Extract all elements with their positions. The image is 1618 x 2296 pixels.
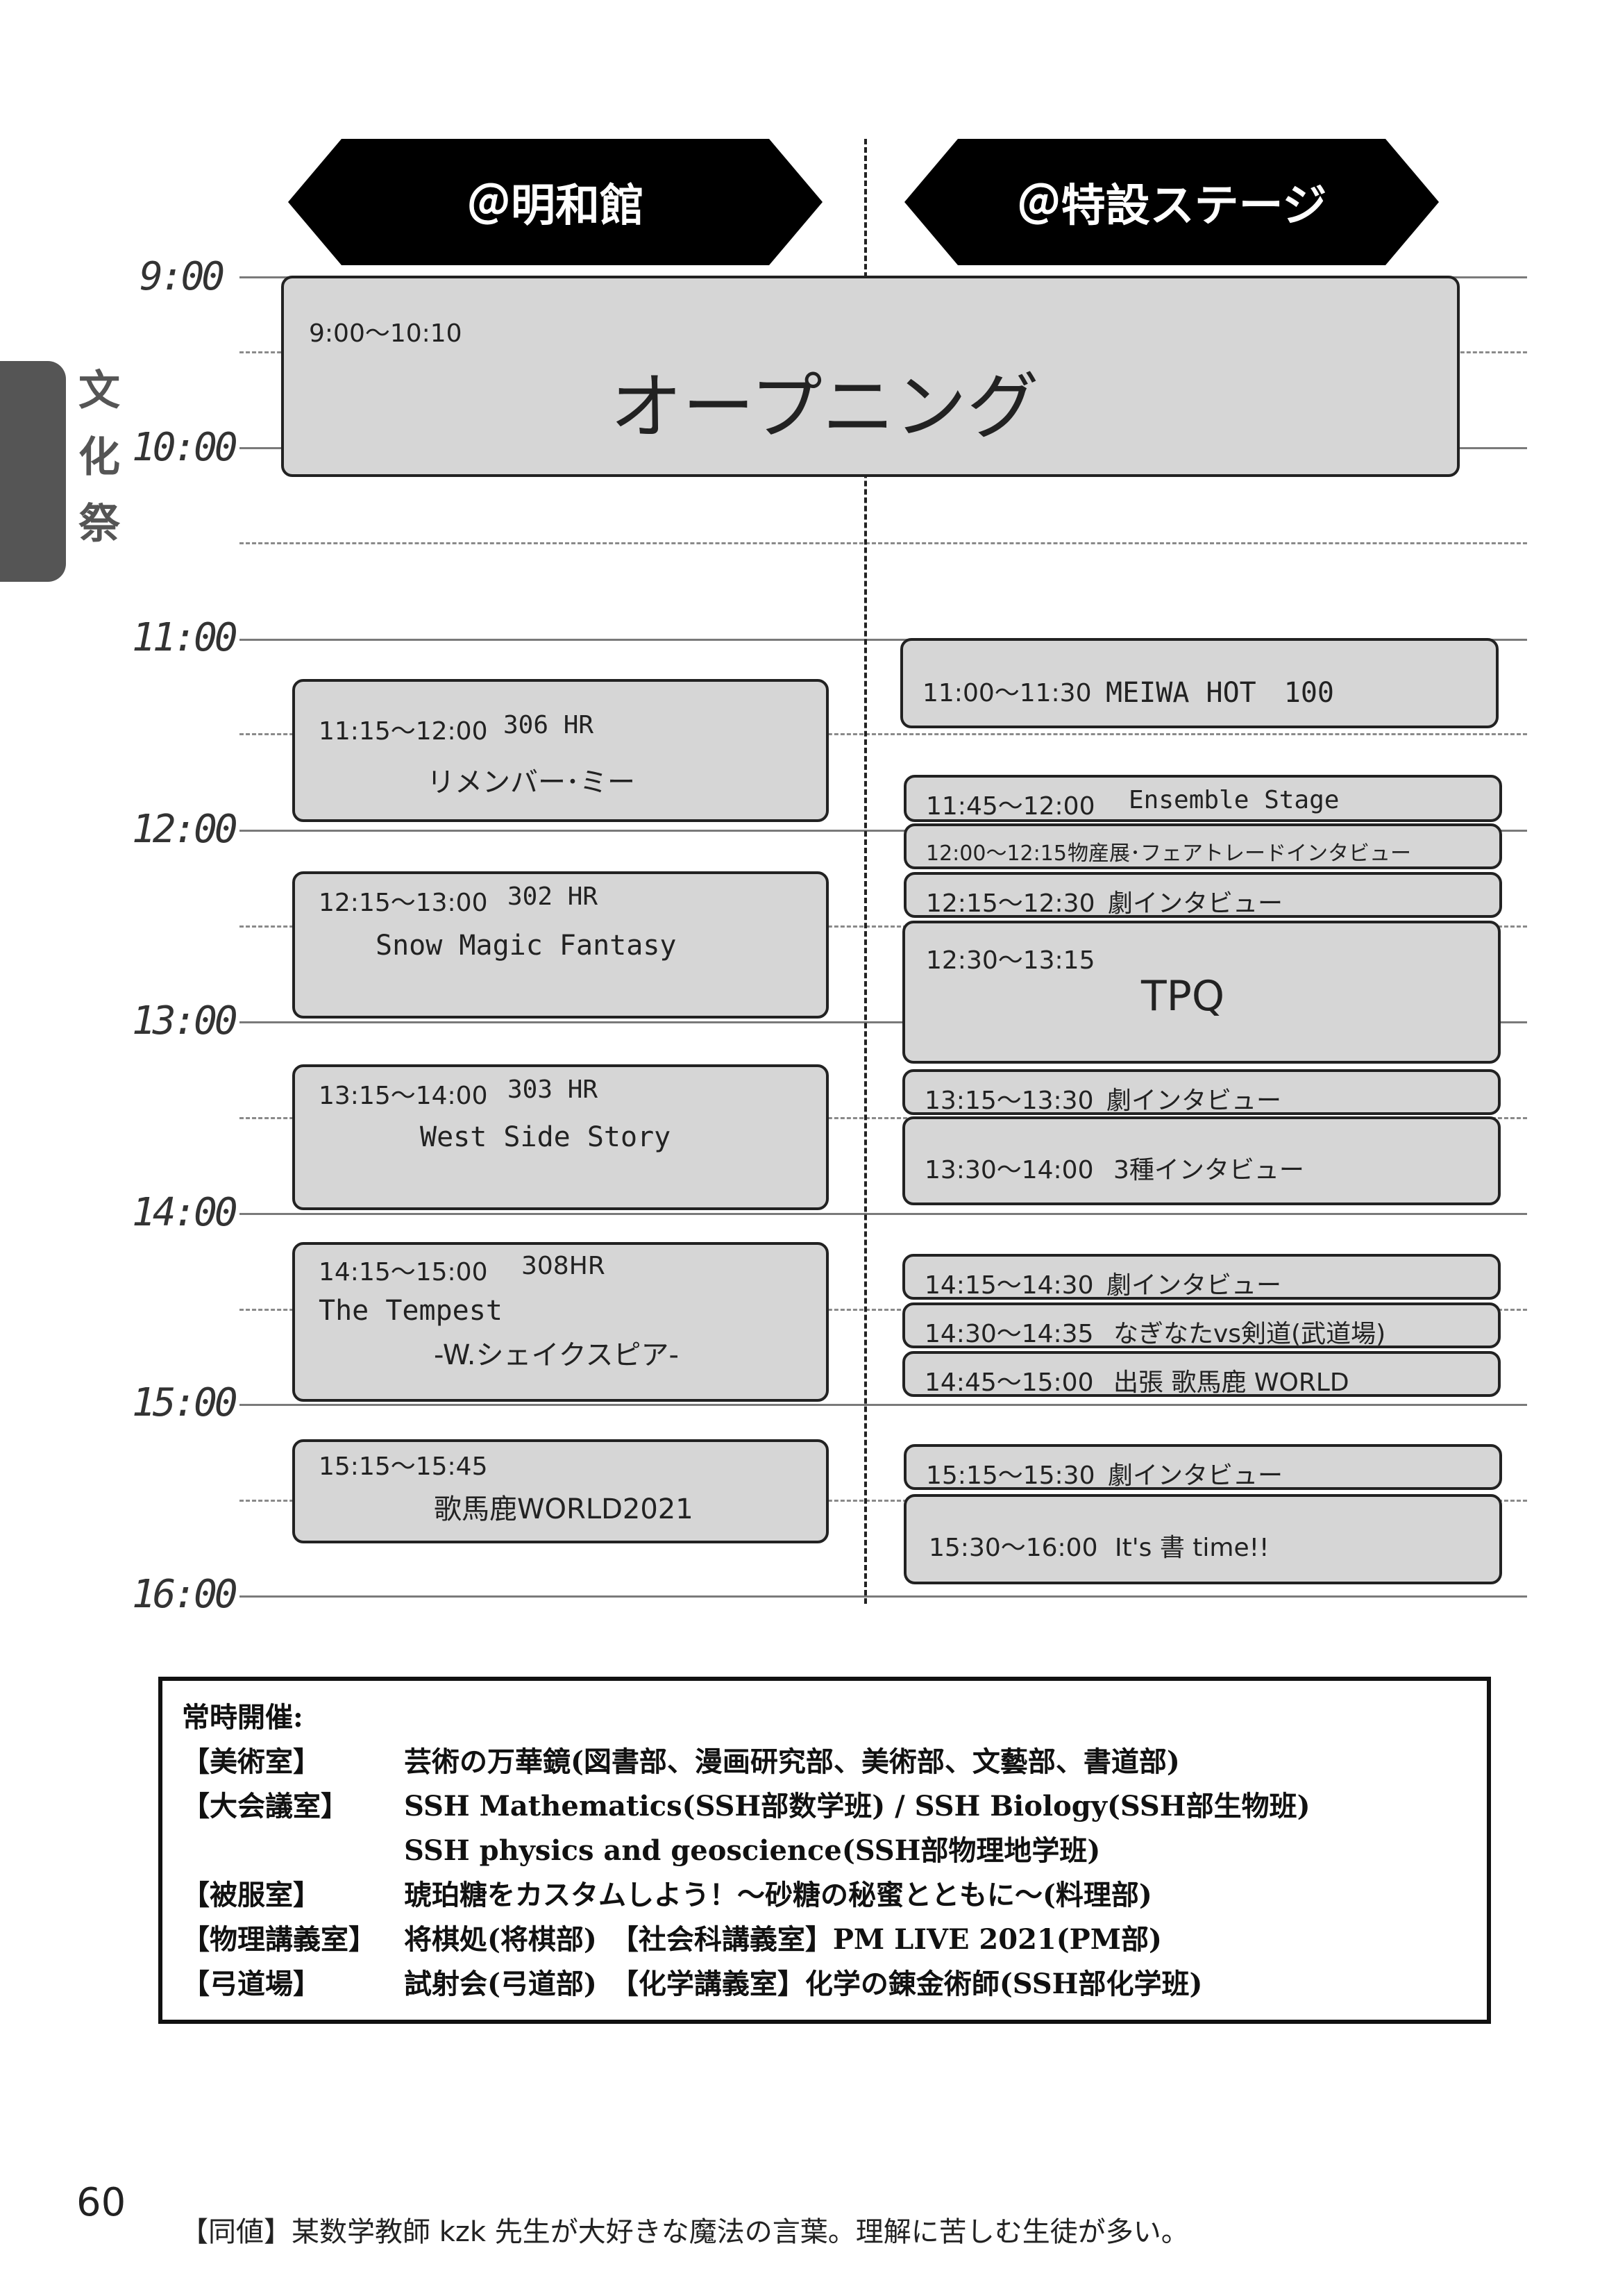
event-title: 出張 歌馬鹿 WORLD — [1113, 1368, 1349, 1397]
event-group: 306 HR — [503, 711, 594, 739]
event-box: 12:30〜13:15 TPQ — [902, 921, 1501, 1064]
room-content: 芸術の万華鏡(図書部、漫画研究部、美術部、文藝部、書道部) — [404, 1745, 1180, 1778]
event-box: 13:15〜14:00 303 HR West Side Story — [292, 1064, 829, 1210]
time-label: 16:00 — [132, 1572, 238, 1617]
event-box: 14:30〜14:35 なぎなたvs剣道(武道場) — [902, 1302, 1501, 1348]
event-time: 12:15〜12:30 — [926, 889, 1095, 918]
event-title: Snow Magic Fantasy — [376, 930, 677, 962]
section-label-char: 文 — [78, 367, 120, 415]
event-box: 11:45〜12:00 Ensemble Stage — [904, 775, 1502, 822]
grid-line-half — [239, 542, 1527, 544]
event-title: 劇インタビュー — [1106, 1271, 1282, 1300]
event-title: 物産展･フェアトレードインタビュー — [1068, 841, 1411, 866]
event-title: The Tempest — [319, 1295, 503, 1327]
room-content: 将棋処(将棋部) 【社会科講義室】PM LIVE 2021(PM部) — [404, 1923, 1162, 1956]
section-label-char: 化 — [78, 433, 120, 482]
room-content: 琥珀糖をカスタムしよう！〜砂糖の秘蜜とともに〜(料理部) — [404, 1879, 1152, 1911]
event-box: 14:15〜15:00 308HR The Tempest -W.シェイクスピア… — [292, 1242, 829, 1402]
event-box: 13:30〜14:00 3種インタビュー — [902, 1116, 1501, 1205]
event-box: 15:30〜16:00 It's 書 time!! — [904, 1494, 1502, 1584]
event-time: 13:15〜14:00 — [319, 1082, 488, 1110]
room-label: 【美術室】 — [182, 1745, 321, 1778]
event-time: 11:15〜12:00 — [319, 717, 488, 746]
event-box: 14:45〜15:00 出張 歌馬鹿 WORLD — [902, 1351, 1501, 1397]
footnote: 【同値】某数学教師 kzk 先生が大好きな魔法の言葉。理解に苦しむ生徒が多い。 — [180, 2216, 1189, 2248]
event-box: 15:15〜15:30 劇インタビュー — [904, 1444, 1502, 1490]
venue-header-right: ＠特設ステージ — [904, 139, 1439, 265]
event-time: 12:15〜13:00 — [319, 889, 488, 917]
event-time: 14:15〜14:30 — [925, 1271, 1094, 1300]
time-label: 11:00 — [132, 615, 238, 660]
event-time: 12:00〜12:15 — [926, 841, 1067, 866]
event-time: 13:15〜13:30 — [925, 1087, 1094, 1115]
event-box: 12:15〜12:30 劇インタビュー — [904, 872, 1502, 918]
event-title: 歌馬鹿WORLD2021 — [434, 1493, 693, 1525]
event-title: なぎなたvs剣道(武道場) — [1113, 1320, 1386, 1348]
room-label: 【被服室】 — [182, 1879, 321, 1911]
event-time: 15:15〜15:45 — [319, 1452, 488, 1481]
event-box: 13:15〜13:30 劇インタビュー — [902, 1069, 1501, 1115]
event-time: 14:45〜15:00 — [925, 1368, 1094, 1397]
event-box: 11:00〜11:30 MEIWA HOT 100 — [900, 638, 1499, 728]
event-time: 15:15〜15:30 — [926, 1461, 1095, 1490]
event-time: 11:00〜11:30 — [922, 679, 1092, 707]
time-label: 13:00 — [132, 998, 238, 1044]
event-time: 15:30〜16:00 — [929, 1534, 1098, 1562]
event-time: 14:30〜14:35 — [925, 1320, 1094, 1348]
event-time: 13:30〜14:00 — [925, 1156, 1094, 1184]
event-title: 劇インタビュー — [1108, 1461, 1283, 1490]
section-tab — [0, 361, 66, 582]
event-group: 302 HR — [507, 882, 598, 911]
event-title: オープニング — [610, 364, 1039, 449]
time-label: 10:00 — [132, 425, 238, 470]
event-title: 劇インタビュー — [1108, 889, 1283, 918]
event-group: 308HR — [521, 1252, 605, 1280]
opening-event-box: 9:00〜10:10 オープニング — [281, 276, 1460, 477]
event-title: リメンバー･ミー — [427, 766, 635, 798]
event-box: 11:15〜12:00 306 HR リメンバー･ミー — [292, 679, 829, 822]
room-content: SSH Mathematics(SSH部数学班) / SSH Biology(S… — [404, 1790, 1311, 1822]
section-label-char: 祭 — [78, 500, 120, 548]
event-box: 15:15〜15:45 歌馬鹿WORLD2021 — [292, 1439, 829, 1543]
event-time: 14:15〜15:00 — [319, 1258, 488, 1287]
event-title: 3種インタビュー — [1113, 1156, 1304, 1184]
event-title: It's 書 time!! — [1115, 1534, 1270, 1562]
time-label: 14:00 — [132, 1190, 238, 1235]
page-number: 60 — [76, 2180, 126, 2225]
section-label: 文 化 祭 — [75, 358, 124, 558]
grid-line-hour — [239, 1213, 1527, 1215]
event-box: 12:00〜12:15 物産展･フェアトレードインタビュー — [904, 823, 1502, 869]
event-time: 9:00〜10:10 — [309, 319, 462, 348]
room-label: 【大会議室】 — [182, 1790, 348, 1822]
event-title: MEIWA HOT 100 — [1106, 677, 1334, 709]
time-label: 12:00 — [132, 807, 238, 852]
event-box: 14:15〜14:30 劇インタビュー — [902, 1254, 1501, 1300]
event-subtitle: -W.シェイクスピア- — [434, 1339, 679, 1371]
grid-line-hour — [239, 1404, 1527, 1406]
event-time: 12:30〜13:15 — [926, 946, 1095, 975]
event-box: 12:15〜13:00 302 HR Snow Magic Fantasy — [292, 871, 829, 1019]
always-open-heading: 常時開催: — [182, 1701, 303, 1734]
always-open-box: 常時開催: 【美術室】 芸術の万華鏡(図書部、漫画研究部、美術部、文藝部、書道部… — [158, 1677, 1491, 2024]
event-title: 劇インタビュー — [1106, 1087, 1282, 1115]
event-title: Ensemble Stage — [1129, 786, 1340, 814]
room-content: SSH physics and geoscience(SSH部物理地学班) — [404, 1834, 1101, 1867]
event-title: TPQ — [1141, 972, 1225, 1021]
room-content: 試射会(弓道部) 【化学講義室】化学の錬金術師(SSH部化学班) — [404, 1968, 1203, 2000]
room-label: 【弓道場】 — [182, 1968, 321, 2000]
venue-header-left: ＠明和館 — [288, 139, 823, 265]
event-time: 11:45〜12:00 — [926, 792, 1095, 821]
room-label: 【物理講義室】 — [182, 1923, 376, 1956]
event-title: West Side Story — [420, 1121, 671, 1153]
time-label: 15:00 — [132, 1380, 238, 1425]
event-group: 303 HR — [507, 1075, 598, 1104]
time-label: 9:00 — [140, 254, 225, 299]
grid-line-hour — [239, 1595, 1527, 1598]
